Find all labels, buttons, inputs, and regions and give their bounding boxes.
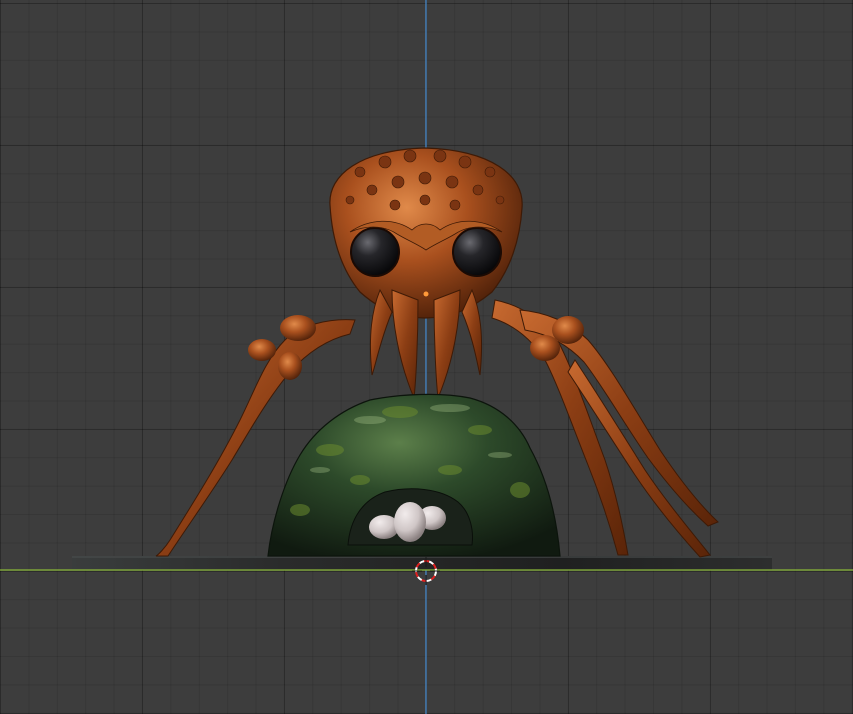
spider-fang-center-left <box>391 289 419 400</box>
spider-leg-joint <box>248 339 276 361</box>
viewport-scene[interactable] <box>0 0 853 714</box>
3d-viewport[interactable] <box>0 0 853 714</box>
spider-eye-left <box>350 227 400 277</box>
spider-mouth-highlight <box>423 291 429 297</box>
spider-leg-joint <box>552 316 584 344</box>
spider-leg-joint <box>530 335 560 361</box>
spider-fang-center-right <box>433 289 461 400</box>
spider-leg-joint <box>280 315 316 341</box>
egg <box>394 502 426 542</box>
spider-eye-right <box>452 227 502 277</box>
egg-nest-model[interactable] <box>267 393 561 557</box>
spider-leg-joint <box>278 352 302 380</box>
ground-plane[interactable] <box>72 556 772 570</box>
